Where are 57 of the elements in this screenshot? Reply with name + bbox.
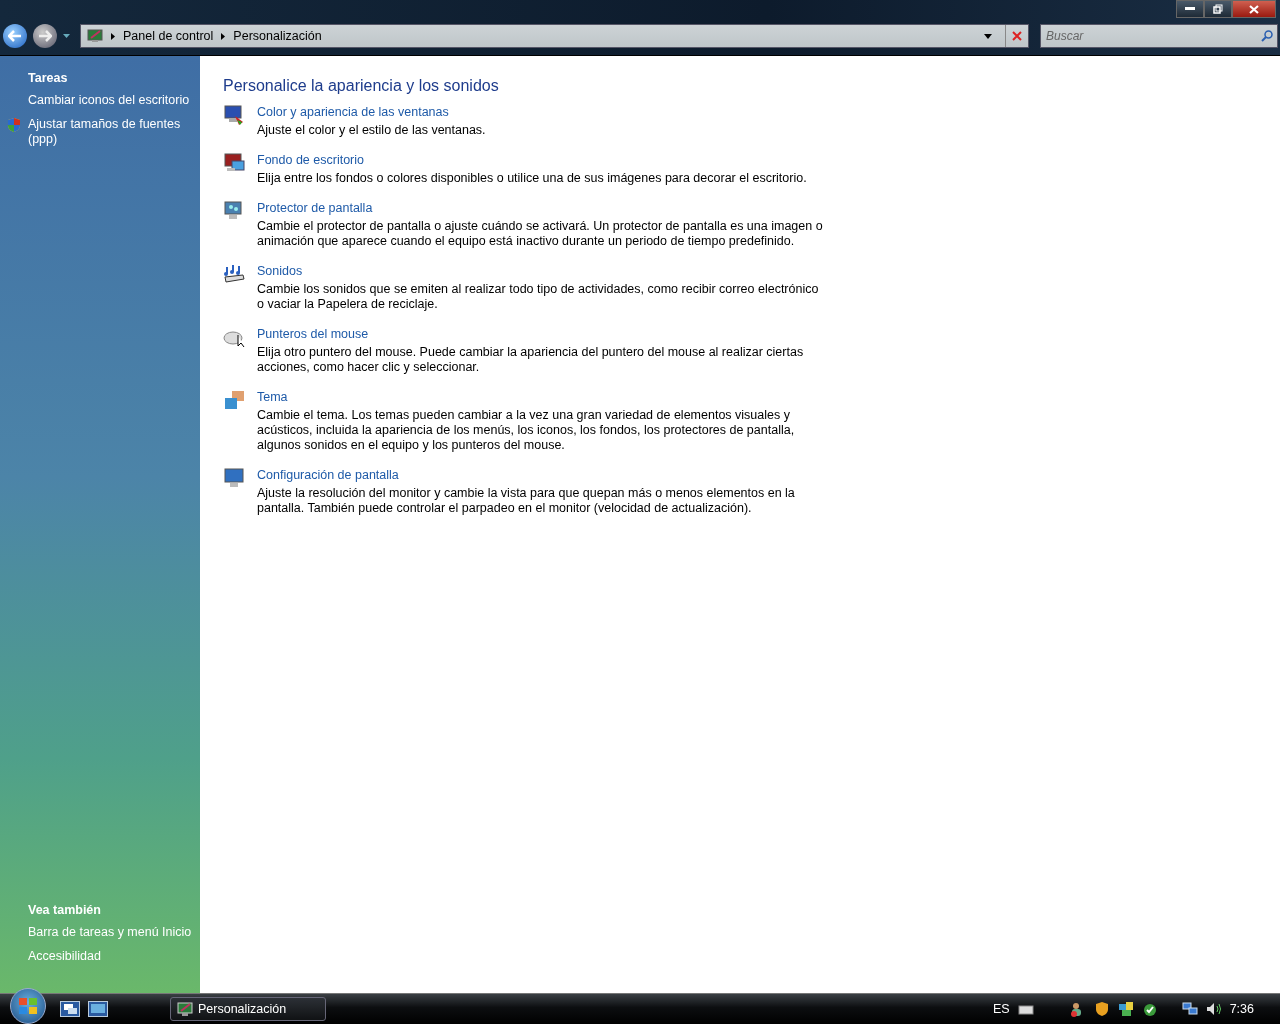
task-link[interactable]: Cambiar iconos del escritorio <box>28 93 190 108</box>
desktop-icon[interactable] <box>88 1001 108 1017</box>
settings-link[interactable]: Fondo de escritorio <box>257 153 364 167</box>
description-text: Cambie los sonidos que se emiten al realizar todo tipo de actividades, como recibir correo electrónico o vaciar la Papelera de reciclaje. <box>257 282 820 312</box>
forward-button[interactable] <box>33 24 57 48</box>
back-button[interactable] <box>3 24 27 48</box>
checkmark-icon[interactable] <box>1141 1001 1158 1017</box>
description-text: Ajuste la resolución del monitor y cambie la vista para que quepan más o menos elementos en la pantalla. También puede controlar el parpadeo en el monitor (velocidad de actualización). <box>257 486 796 516</box>
theme-icon[interactable] <box>223 389 245 411</box>
restore-icon <box>1213 4 1223 14</box>
settings-link[interactable]: Color y apariencia de las ventanas <box>257 105 449 119</box>
chevron-icon <box>111 32 115 40</box>
windows-update-icon[interactable] <box>1117 1001 1134 1017</box>
restore-button[interactable] <box>1204 0 1232 18</box>
dropdown-icon[interactable] <box>984 33 992 39</box>
settings-link[interactable]: Protector de pantalla <box>257 201 373 215</box>
minimize-icon <box>1185 7 1195 11</box>
description-text: Elija entre los fondos o colores disponibles o utilice una de sus imágenes para decorar el escritorio. <box>257 171 807 186</box>
music-notes-icon[interactable] <box>223 263 245 285</box>
monitor-icon <box>177 1001 193 1017</box>
close-button[interactable] <box>1232 0 1276 18</box>
start-button[interactable] <box>10 988 46 1024</box>
settings-link[interactable]: Punteros del mouse <box>257 327 369 341</box>
page-heading: Personalice la apariencia y los sonidos <box>223 77 500 95</box>
search-icon[interactable] <box>1261 30 1273 42</box>
windows-icon[interactable] <box>60 1001 80 1017</box>
address-bar[interactable]: Panel de control Personalización <box>80 24 1029 48</box>
shield-icon[interactable] <box>1093 1001 1110 1017</box>
clock[interactable]: 7:36 <box>1229 1002 1254 1016</box>
minimize-button[interactable] <box>1176 0 1204 18</box>
monitor-icon[interactable] <box>223 467 245 489</box>
arrow-right-icon <box>38 30 52 42</box>
windows-logo <box>18 997 38 1015</box>
section-heading: Vea también <box>28 903 102 917</box>
stop-icon[interactable] <box>1012 31 1022 41</box>
task-link[interactable]: Ajustar tamaños de fuentes (ppp) <box>28 117 200 147</box>
settings-link[interactable]: Configuración de pantalla <box>257 468 399 482</box>
speaker-icon[interactable] <box>1205 1001 1222 1017</box>
arrow-left-icon <box>8 30 22 42</box>
history-dropdown-icon[interactable] <box>63 34 70 38</box>
description-text: Cambie el protector de pantalla o ajuste cuándo se activará. Un protector de pantalla es una imagen o animación que aparece cuando el equipo está inactivo durante un periodo de tiempo predefinido. <box>257 219 823 249</box>
description-text: Cambie el tema. Los temas pueden cambiar a la vez una gran variedad de elementos visuales y acústicos, incluida la apariencia de los menús, los iconos, los fondos, los protectores de pantalla, algunos sonidos en el equipo y los punteros del mouse. <box>257 408 796 453</box>
section-heading: Tareas <box>28 71 69 85</box>
language-indicator[interactable]: ES <box>992 1002 1010 1016</box>
settings-link[interactable]: Tema <box>257 390 288 404</box>
breadcrumb-item[interactable]: Personalización <box>233 29 322 43</box>
breadcrumb-item[interactable]: Panel de control <box>123 29 214 43</box>
monitor-icon[interactable] <box>223 152 245 174</box>
network-icon[interactable] <box>1181 1001 1198 1017</box>
monitor-icon[interactable] <box>223 200 245 222</box>
description-text: Ajuste el color y el estilo de las ventanas. <box>257 123 486 138</box>
taskbar-window-button[interactable]: Personalización <box>170 997 326 1021</box>
chevron-icon <box>221 32 226 40</box>
search-field[interactable]: Buscar <box>1040 24 1278 48</box>
description-text: Elija otro puntero del mouse. Puede cambiar la apariencia del puntero del mouse al realizar ciertas acciones, como hacer clic y seleccionar. <box>257 345 805 375</box>
close-icon <box>1249 4 1259 14</box>
settings-link[interactable]: Sonidos <box>257 264 303 278</box>
